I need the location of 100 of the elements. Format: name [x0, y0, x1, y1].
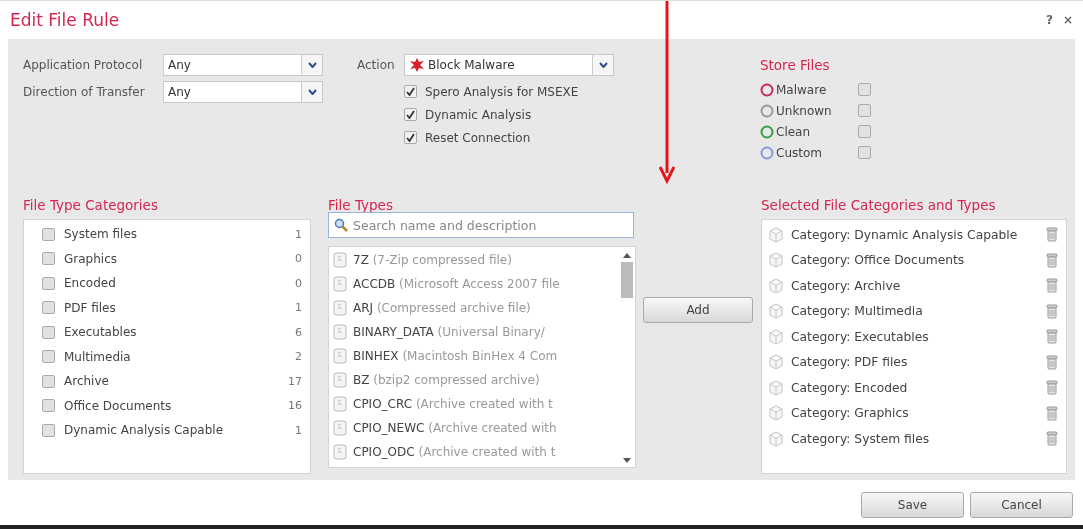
- option-label: Spero Analysis for MSEXE: [425, 84, 579, 99]
- category-count: 0: [295, 252, 302, 266]
- checkbox[interactable]: [858, 104, 871, 117]
- file-icon: [333, 324, 347, 340]
- category-label: Dynamic Analysis Capable: [64, 423, 225, 438]
- file-type-label: ACCDB (Microsoft Access 2007 file: [353, 277, 560, 291]
- cube-icon: [768, 252, 784, 269]
- trash-icon: [1046, 252, 1058, 268]
- dialog-title: Edit File Rule: [10, 10, 120, 30]
- trash-icon: [1046, 329, 1058, 345]
- search-field[interactable]: Search name and description: [328, 212, 634, 238]
- option-label: Custom: [776, 145, 823, 160]
- checkbox[interactable]: [42, 325, 55, 339]
- file-icon: [333, 300, 347, 316]
- cube-icon: [768, 379, 784, 396]
- close-button[interactable]: ×: [1062, 13, 1073, 27]
- file-type-label: CPIO_ODC (Archive created with t: [353, 445, 556, 459]
- trash-icon: [1046, 380, 1058, 396]
- category-label: Graphics: [64, 251, 118, 266]
- category-label: Executables: [64, 325, 138, 340]
- section-title: Selected File Categories and Types: [761, 197, 997, 215]
- category-count: 2: [295, 350, 302, 364]
- option-label: Malware: [776, 82, 828, 97]
- file-icon: [333, 396, 347, 412]
- category-count: 6: [295, 325, 302, 339]
- category-label: System files: [64, 227, 139, 242]
- file-type-label: BINARY_DATA (Universal Binary/: [353, 325, 545, 339]
- selected-item-label: Category: PDF files: [791, 355, 909, 370]
- help-button[interactable]: ?: [1045, 13, 1053, 27]
- cube-icon: [768, 328, 784, 345]
- checkbox[interactable]: [404, 108, 417, 121]
- file-icon: [333, 348, 347, 364]
- option-label: Dynamic Analysis: [425, 107, 532, 122]
- scrollbar-thumb[interactable]: [621, 262, 633, 298]
- checkbox[interactable]: [42, 399, 55, 413]
- check-icon: [406, 110, 415, 119]
- file-type-label: BZ (bzip2 compressed archive): [353, 373, 540, 387]
- file-icon: [333, 444, 347, 460]
- category-label: Encoded: [64, 276, 117, 291]
- category-count: 0: [295, 276, 302, 290]
- cube-icon: [768, 405, 784, 422]
- checkbox[interactable]: [42, 276, 55, 290]
- checkbox[interactable]: [404, 131, 417, 144]
- field-label: Action: [357, 58, 396, 72]
- file-type-label: CPIO_NEWC (Archive created with: [353, 421, 557, 435]
- checkbox[interactable]: [42, 350, 55, 364]
- category-count: 1: [295, 423, 302, 437]
- section-title: File Types: [328, 197, 394, 215]
- category-label: PDF files: [64, 300, 117, 315]
- trash-icon: [1046, 354, 1058, 370]
- checkbox[interactable]: [858, 146, 871, 159]
- cube-icon: [768, 430, 784, 447]
- add-button[interactable]: Add: [643, 297, 753, 323]
- category-label: Archive: [64, 374, 110, 389]
- field-label: Direction of Transfer: [23, 85, 146, 99]
- checkbox[interactable]: [858, 83, 871, 96]
- file-icon: [333, 372, 347, 388]
- trash-icon: [1046, 227, 1058, 243]
- selected-item-label: Category: Archive: [791, 278, 902, 293]
- checkbox[interactable]: [42, 423, 55, 437]
- file-icon: [333, 420, 347, 436]
- category-label: Multimedia: [64, 349, 132, 364]
- trash-icon: [1046, 405, 1058, 421]
- checkbox[interactable]: [42, 374, 55, 388]
- trash-icon: [1046, 303, 1058, 319]
- checkbox[interactable]: [858, 125, 871, 138]
- category-count: 17: [288, 374, 302, 388]
- category-count: 1: [295, 227, 302, 241]
- file-type-label: BINHEX (Macintosh BinHex 4 Com: [353, 349, 558, 363]
- check-icon: [406, 87, 415, 96]
- cube-icon: [768, 303, 784, 320]
- checkbox[interactable]: [42, 252, 55, 266]
- checkbox[interactable]: [42, 227, 55, 241]
- caret-icon: [307, 62, 317, 68]
- file-icon: [333, 252, 347, 268]
- check-icon: [406, 133, 415, 142]
- search-icon: [334, 218, 348, 232]
- category-count: 16: [288, 399, 302, 413]
- selected-item-label: Category: System files: [791, 431, 931, 446]
- category-count: 1: [295, 301, 302, 315]
- section-title: File Type Categories: [23, 197, 159, 215]
- dialog-button[interactable]: Save: [861, 492, 964, 518]
- selected-item-label: Category: Encoded: [791, 380, 909, 395]
- selected-item-label: Category: Dynamic Analysis Capable: [791, 227, 1019, 242]
- trash-icon: [1046, 278, 1058, 294]
- selected-item-label: Category: Graphics: [791, 406, 910, 421]
- checkbox[interactable]: [42, 301, 55, 315]
- dropdown[interactable]: Any: [163, 54, 323, 76]
- caret-icon: [598, 62, 608, 68]
- splat-icon: [409, 57, 425, 73]
- checkbox[interactable]: [404, 85, 417, 98]
- dropdown[interactable]: Block Malware: [404, 54, 614, 76]
- dropdown[interactable]: Any: [163, 81, 323, 103]
- section-title: Store Files: [760, 57, 831, 75]
- option-label: Reset Connection: [425, 130, 531, 145]
- file-type-label: 7Z (7-Zip compressed file): [353, 253, 512, 267]
- scroll-down-icon: [623, 458, 631, 463]
- dialog-button[interactable]: Cancel: [970, 492, 1073, 518]
- selected-item-label: Category: Executables: [791, 329, 930, 344]
- file-type-label: ARJ (Compressed archive file): [353, 301, 531, 315]
